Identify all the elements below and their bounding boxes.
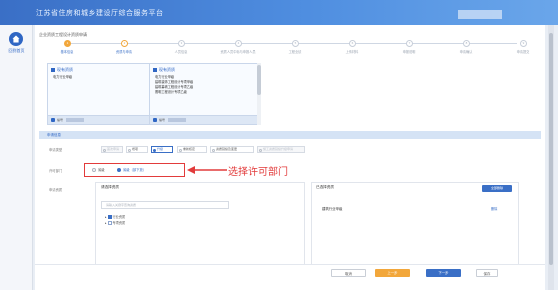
user-info-redacted[interactable] xyxy=(458,10,502,19)
cards-scrollbar[interactable] xyxy=(257,63,261,125)
cancel-button[interactable]: 取消 xyxy=(331,269,366,277)
annotation-arrow-icon xyxy=(187,166,227,174)
step-dot: 9 xyxy=(520,40,527,47)
home-icon xyxy=(9,32,23,46)
qual-picker-title: 请选择资质 xyxy=(101,185,119,189)
radio-icon xyxy=(179,148,182,152)
tree-item-special[interactable]: ▸ 专项资质 xyxy=(105,220,125,226)
qualification-card-2: 现有资质 电力行业甲级 建筑装饰工程设计专项甲级 建筑幕墙工程设计专项乙级 照明… xyxy=(149,63,261,125)
step-label: 上传材料 xyxy=(345,50,359,54)
step-9: 9 申请提交 xyxy=(503,40,543,56)
step-dot: 4 xyxy=(235,40,242,47)
step-label: 申报说明 xyxy=(402,50,416,54)
id-icon xyxy=(153,118,157,122)
home-button[interactable]: 回到首页 xyxy=(4,29,29,55)
annotation-text: 选择许可部门 xyxy=(228,167,288,178)
page-scrollbar[interactable] xyxy=(548,25,554,290)
page-scrollbar-thumb[interactable] xyxy=(549,33,553,265)
certificate-icon xyxy=(51,67,55,72)
apply-type-construction-renew[interactable]: 施工资质延续升级申请 xyxy=(257,146,305,153)
apply-section-header: 申请信息 xyxy=(39,131,541,139)
step-2: 2 资质与申请 xyxy=(104,40,144,56)
radio-icon xyxy=(128,148,131,152)
main-content: 企业资质工程设计资质申请 1 基本信息 2 资质与申请 3 人员信息 4 资质人员中标与申报人… xyxy=(35,25,545,290)
next-step-button[interactable]: 下一步 xyxy=(426,269,461,277)
remove-qual-link[interactable]: 删除 xyxy=(491,206,497,211)
step-label: 资质人员中标与申报人员 xyxy=(220,50,256,54)
card-line: 照明工程设计专项乙级 xyxy=(155,90,187,94)
card-title: 现有资质 xyxy=(159,67,175,72)
step-dot: 3 xyxy=(178,40,185,47)
step-6: 6 上传材料 xyxy=(332,40,372,56)
step-label: 人员信息 xyxy=(174,50,188,54)
action-bar xyxy=(35,264,545,282)
side-nav: 回到首页 xyxy=(0,25,33,290)
certificate-icon xyxy=(153,67,157,72)
top-header: 江苏省住房和城乡建设厅综合服务平台 xyxy=(0,0,558,25)
step-dot: 8 xyxy=(463,40,470,47)
step-dot: 7 xyxy=(406,40,413,47)
radio-icon xyxy=(103,148,106,152)
step-dot: 5 xyxy=(292,40,299,47)
form-title: 企业资质工程设计资质申请 xyxy=(39,32,87,37)
card-line: 电力行业甲级 xyxy=(53,75,73,79)
step-label: 申请确认 xyxy=(459,50,473,54)
card-footer-label: 编号 xyxy=(57,118,64,122)
radio-icon xyxy=(212,148,215,152)
radio-icon xyxy=(153,148,156,152)
section-title: 申请信息 xyxy=(47,133,61,137)
apply-type-label: 申请类型 xyxy=(49,148,63,152)
card-header: 现有资质 xyxy=(51,67,73,73)
card-title: 现有资质 xyxy=(57,67,73,72)
step-4: 4 资质人员中标与申报人员 xyxy=(218,40,258,56)
apply-qual-label: 申请资质 xyxy=(49,188,63,192)
step-5: 5 工程业绩 xyxy=(275,40,315,56)
step-label: 资质与申请 xyxy=(116,50,132,54)
apply-type-add[interactable]: 增项 xyxy=(126,146,148,153)
scrollbar-thumb[interactable] xyxy=(257,65,261,95)
permit-dept-label: 许可部门 xyxy=(49,169,63,173)
radio-icon xyxy=(92,168,96,173)
card-footer-label: 编号 xyxy=(159,118,166,122)
apply-type-upgrade[interactable]: 升级 xyxy=(151,146,173,153)
step-1: 1 基本信息 xyxy=(47,40,87,56)
checkbox-icon[interactable] xyxy=(107,221,112,226)
apply-type-recheck[interactable]: 重新核定 xyxy=(177,146,207,153)
radio-selected-icon xyxy=(117,168,121,173)
tree-item-industry[interactable]: ▸ 行业资质 xyxy=(105,214,125,220)
step-label: 申请提交 xyxy=(516,50,530,54)
card-footer: 编号 xyxy=(48,115,156,124)
step-dot: 6 xyxy=(349,40,356,47)
id-icon xyxy=(51,118,55,122)
card-footer: 编号 xyxy=(150,115,260,124)
step-label: 基本信息 xyxy=(60,50,74,54)
qualification-card-1: 现有资质 电力行业甲级 编号 xyxy=(47,63,157,125)
prev-step-button[interactable]: 上一步 xyxy=(375,269,410,277)
permit-dept-province[interactable]: 省级 xyxy=(92,167,105,173)
step-7: 7 申报说明 xyxy=(389,40,429,56)
radio-icon xyxy=(259,148,262,152)
redacted-number xyxy=(66,118,84,122)
step-3: 3 人员信息 xyxy=(161,40,201,56)
selected-qual-title: 已选择资质 xyxy=(316,185,334,189)
home-label: 回到首页 xyxy=(8,48,25,53)
step-dot: 1 xyxy=(64,40,71,47)
selected-qual-panel xyxy=(311,182,519,274)
step-progress: 1 基本信息 2 资质与申请 3 人员信息 4 资质人员中标与申报人员 5 工程业绩 6 上传材料 7 申… xyxy=(43,40,543,56)
checkbox-icon[interactable] xyxy=(107,215,112,220)
save-button[interactable]: 保存 xyxy=(476,269,498,277)
apply-type-renew[interactable]: 资质延续及变更 xyxy=(210,146,254,153)
clear-all-button[interactable]: 全部删除 xyxy=(482,185,512,192)
redacted-number xyxy=(168,118,186,122)
step-dot: 2 xyxy=(121,40,128,47)
qual-picker-panel xyxy=(95,182,305,274)
step-label: 工程业绩 xyxy=(288,50,302,54)
permit-dept-province-delegated[interactable]: 省级（部下放） xyxy=(117,167,146,173)
selected-qual-item: 建筑行业甲级 xyxy=(322,207,343,211)
app-title: 江苏省住房和城乡建设厅综合服务平台 xyxy=(36,10,164,17)
step-8: 8 申请确认 xyxy=(446,40,486,56)
apply-type-first[interactable]: 首次申请 xyxy=(101,146,123,153)
qual-search-input[interactable]: 请输入关键字查询资质 xyxy=(101,201,229,209)
card-header: 现有资质 xyxy=(153,67,175,73)
